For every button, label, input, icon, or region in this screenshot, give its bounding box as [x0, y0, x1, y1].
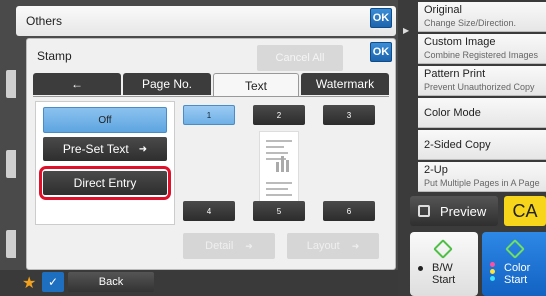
position-button-3[interactable]: 3	[323, 105, 375, 125]
panel-stub	[6, 70, 16, 98]
tab-text[interactable]: Text	[213, 73, 299, 97]
others-header: Others	[16, 6, 396, 36]
page-bar	[281, 156, 284, 172]
tab-bar: ← Page No. Text Watermark	[33, 73, 389, 97]
page-line	[266, 182, 292, 184]
preset-text-label: Pre-Set Text	[62, 142, 129, 156]
sidebar-item-subtitle: Change Size/Direction.	[424, 18, 517, 28]
back-button[interactable]: Back	[68, 272, 154, 292]
arrow-right-icon: ➜	[138, 143, 148, 155]
detail-label: Detail	[205, 240, 234, 252]
sidebar-item-subtitle: Prevent Unauthorized Copy	[424, 82, 535, 92]
position-button-1[interactable]: 1	[183, 105, 235, 125]
arrow-right-icon: ➜	[351, 240, 360, 251]
layout-button[interactable]: Layout ➜	[287, 233, 379, 259]
magenta-dot-icon	[490, 262, 495, 267]
off-button[interactable]: Off	[43, 107, 167, 133]
others-ok-button[interactable]: OK	[370, 8, 392, 28]
page-line	[266, 188, 288, 190]
start-label: Start	[432, 274, 456, 286]
direct-entry-highlight	[39, 166, 171, 200]
page-bar	[276, 162, 279, 172]
tab-watermark[interactable]: Watermark	[301, 73, 389, 95]
screen: Others OK Stamp Cancel All ← Page No. Te…	[0, 0, 546, 296]
color-label: Color	[504, 262, 531, 274]
sidebar-item-title: 2-Up	[424, 164, 448, 176]
sidebar-item-title: Custom Image	[424, 36, 496, 48]
star-icon[interactable]: ★	[22, 273, 36, 293]
page-line	[266, 146, 284, 148]
stamp-ok-button[interactable]: OK	[370, 42, 392, 62]
cyan-dot-icon	[490, 276, 495, 281]
color-start-button[interactable]: Color Start	[482, 232, 546, 296]
preview-button[interactable]: Preview	[410, 196, 498, 226]
page-line	[266, 152, 288, 154]
sidebar-item-custom-image[interactable]: Custom Image Combine Registered Images	[418, 34, 546, 64]
preview-icon	[418, 205, 430, 217]
page-line	[266, 140, 292, 142]
bw-start-button[interactable]: B/W Start	[410, 232, 478, 296]
tab-divider	[33, 96, 389, 97]
bw-label: B/W	[432, 262, 453, 274]
sidebar-item-title: Original	[424, 4, 462, 16]
collapse-arrow-icon[interactable]: ▶	[403, 26, 409, 35]
start-diamond-icon	[505, 239, 525, 259]
position-button-4[interactable]: 4	[183, 201, 235, 221]
clear-all-button[interactable]: CA	[504, 196, 546, 226]
panel-stub	[6, 150, 16, 178]
sidebar-item-color-mode[interactable]: Color Mode	[418, 98, 546, 128]
start-label: Start	[504, 274, 528, 286]
position-button-2[interactable]: 2	[253, 105, 305, 125]
sidebar-item-subtitle: Put Multiple Pages in A Page	[424, 178, 540, 188]
yellow-dot-icon	[490, 269, 495, 274]
sidebar-item-2-up[interactable]: 2-Up Put Multiple Pages in A Page	[418, 162, 546, 192]
sidebar-item-title: Pattern Print	[424, 68, 486, 80]
page-layout-icon	[259, 131, 299, 209]
page-bar	[286, 160, 289, 172]
panel-stub	[6, 230, 16, 258]
stacked-panel-stubs	[6, 40, 16, 270]
page-line	[266, 194, 292, 196]
preset-text-button[interactable]: Pre-Set Text ➜	[43, 137, 167, 161]
others-title: Others	[26, 14, 63, 28]
tab-page-no[interactable]: Page No.	[123, 73, 211, 95]
tab-back-arrow[interactable]: ←	[33, 73, 121, 95]
stamp-dialog: Stamp Cancel All ← Page No. Text Waterma…	[26, 38, 396, 270]
sidebar-item-title: 2-Sided Copy	[424, 139, 491, 151]
sidebar-item-pattern-print[interactable]: Pattern Print Prevent Unauthorized Copy	[418, 66, 546, 96]
sidebar-item-original[interactable]: Original Change Size/Direction.	[418, 2, 546, 32]
detail-button[interactable]: Detail ➜	[183, 233, 275, 259]
start-diamond-icon	[433, 239, 453, 259]
bw-dot-icon	[418, 266, 423, 271]
stamp-title: Stamp	[37, 49, 72, 63]
layout-label: Layout	[306, 240, 340, 252]
arrow-right-icon: ➜	[245, 240, 253, 251]
sidebar-item-title: Color Mode	[424, 107, 481, 119]
check-icon[interactable]: ✓	[42, 272, 64, 292]
position-button-5[interactable]: 5	[253, 201, 305, 221]
sidebar-item-2-sided-copy[interactable]: 2-Sided Copy	[418, 130, 546, 160]
color-start-label: Color Start	[504, 262, 530, 286]
position-button-6[interactable]: 6	[323, 201, 375, 221]
cancel-all-button[interactable]: Cancel All	[257, 45, 343, 71]
bw-start-label: B/W Start	[432, 262, 455, 286]
sidebar-item-subtitle: Combine Registered Images	[424, 50, 539, 60]
preview-label: Preview	[440, 203, 487, 219]
